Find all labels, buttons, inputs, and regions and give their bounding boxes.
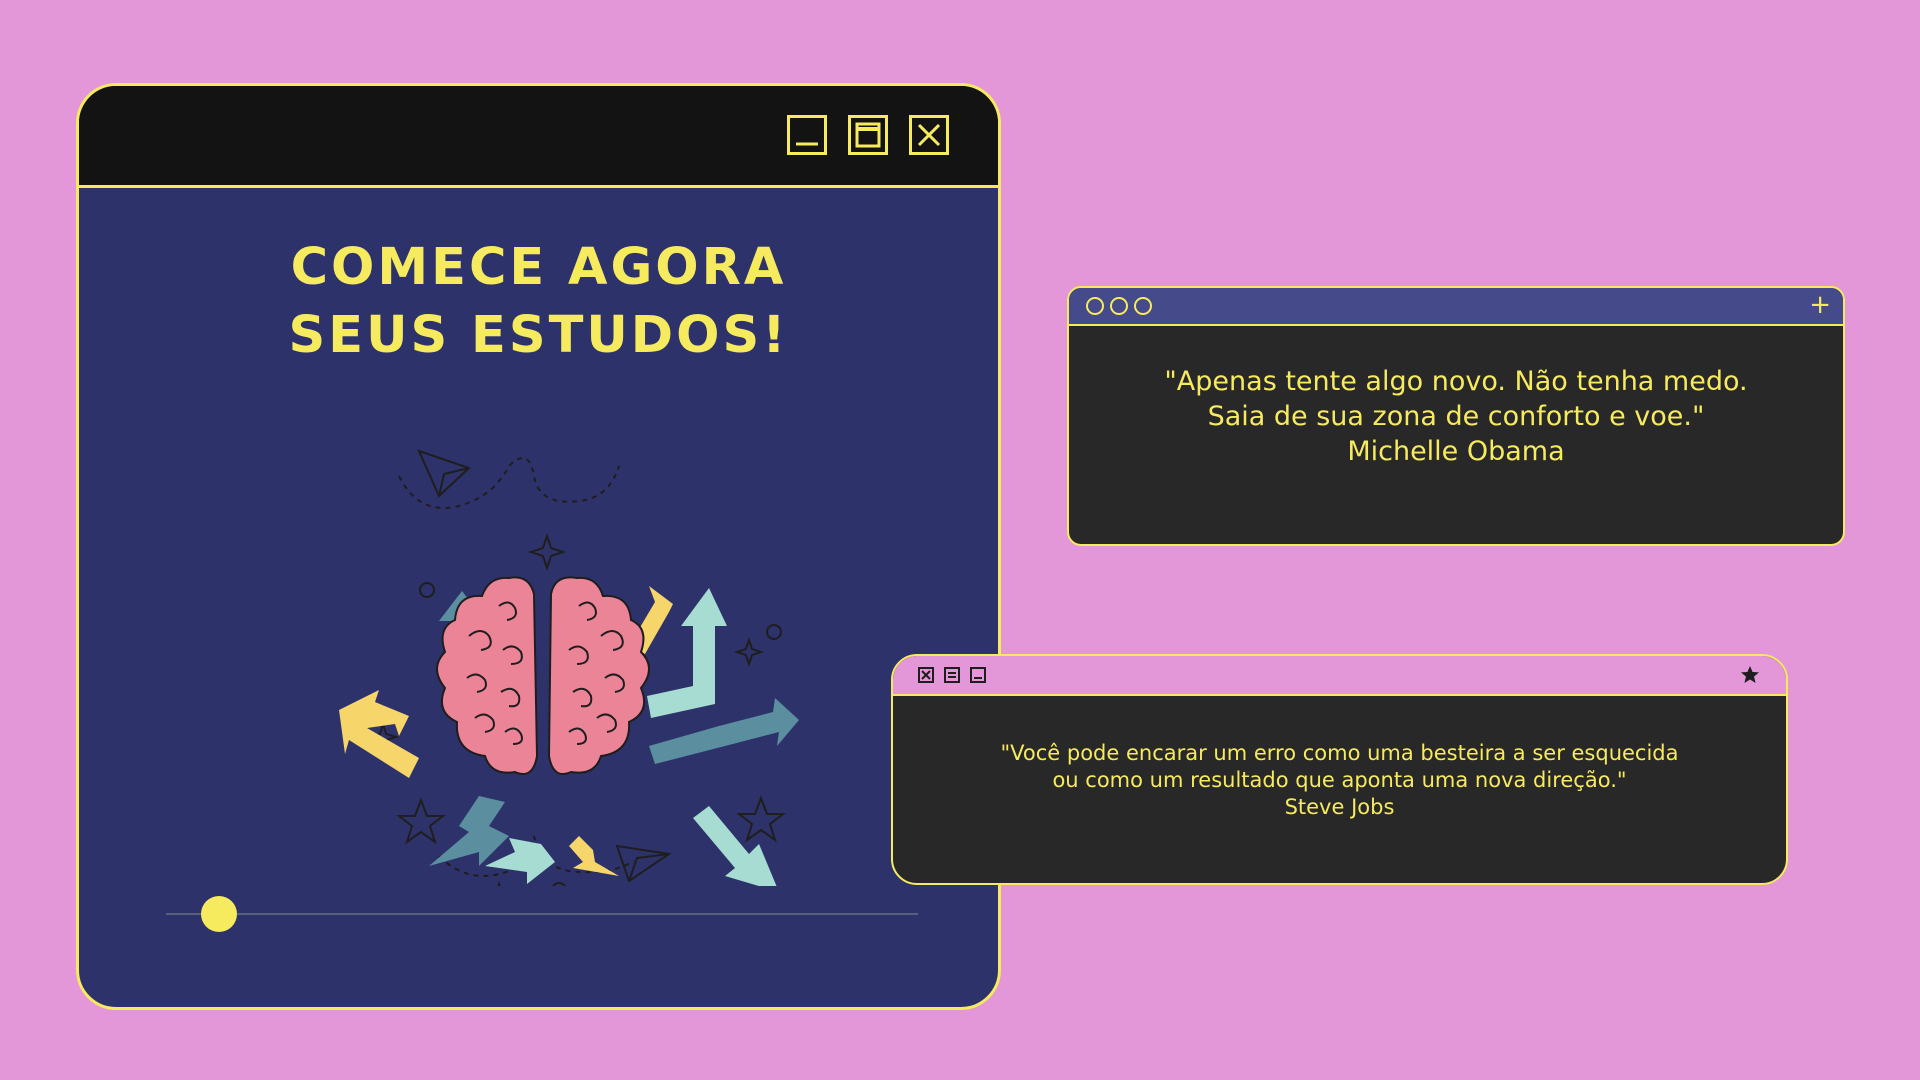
- quote-window-jobs: "Você pode encarar um erro como uma best…: [891, 654, 1788, 885]
- close-icon: [917, 123, 941, 147]
- maximize-icon[interactable]: [944, 667, 960, 683]
- main-window: COMECE AGORA SEUS ESTUDOS!: [76, 83, 1001, 1010]
- quote-text: "Apenas tente algo novo. Não tenha medo.…: [1069, 364, 1843, 469]
- quote-line-2: ou como um resultado que aponta uma nova…: [1052, 768, 1627, 792]
- minimize-icon[interactable]: [970, 667, 986, 683]
- progress-slider-thumb[interactable]: [200, 896, 237, 932]
- quote-line-1: "Você pode encarar um erro como uma best…: [1000, 741, 1679, 765]
- star-icon[interactable]: [1740, 665, 1760, 685]
- brain-icon: [436, 576, 650, 775]
- quote-window-titlebar[interactable]: [893, 656, 1786, 696]
- headline: COMECE AGORA SEUS ESTUDOS!: [79, 234, 998, 370]
- paper-plane-icon: [615, 844, 672, 883]
- maximize-icon: [855, 122, 881, 148]
- brain-illustration: [339, 449, 799, 886]
- minimize-icon: [796, 142, 818, 146]
- main-titlebar[interactable]: [79, 86, 998, 188]
- circle-icon[interactable]: [1086, 297, 1104, 315]
- quote-window-obama: + "Apenas tente algo novo. Não tenha med…: [1067, 286, 1845, 546]
- minimize-button[interactable]: [787, 115, 827, 155]
- quote-line-2: Saia de sua zona de conforto e voe.": [1207, 401, 1705, 432]
- close-button[interactable]: [909, 115, 949, 155]
- quote-text: "Você pode encarar um erro como uma best…: [893, 740, 1786, 821]
- close-icon[interactable]: [918, 667, 934, 683]
- quote-author: Michelle Obama: [1347, 436, 1565, 467]
- maximize-button[interactable]: [848, 115, 888, 155]
- quote-line-1: "Apenas tente algo novo. Não tenha medo.: [1164, 366, 1748, 397]
- progress-slider-track[interactable]: [166, 913, 918, 915]
- quote-author: Steve Jobs: [1284, 795, 1395, 819]
- headline-line-1: COMECE AGORA: [290, 238, 787, 297]
- quote-window-titlebar[interactable]: +: [1069, 288, 1843, 326]
- plus-icon[interactable]: +: [1809, 291, 1831, 319]
- circle-icon[interactable]: [1110, 297, 1128, 315]
- paper-plane-icon: [417, 449, 471, 498]
- circle-icon[interactable]: [1134, 297, 1152, 315]
- headline-line-2: SEUS ESTUDOS!: [288, 306, 789, 365]
